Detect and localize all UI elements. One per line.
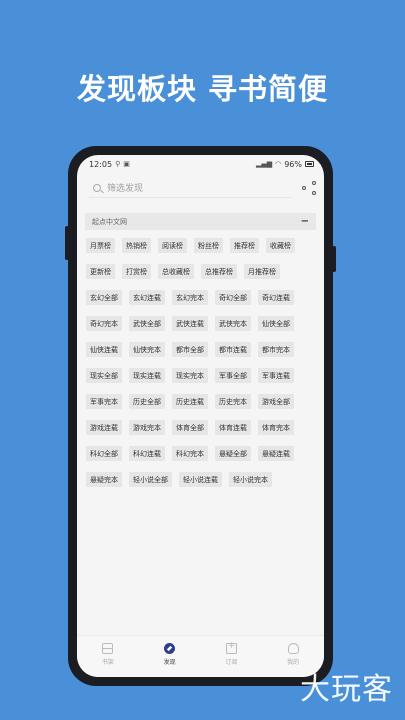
chip-list: 月票榜 热销榜 阅读榜 粉丝榜 推荐榜 收藏榜更新榜 打赏榜 总收藏榜 总推荐榜 月推荐榜玄幻全部…	[77, 230, 324, 498]
category-chip[interactable]: 现实全部	[86, 368, 122, 383]
category-chip[interactable]: 军事连载	[258, 368, 294, 383]
nav-discover[interactable]: 发现	[150, 643, 190, 677]
category-chip[interactable]: 体育全部	[172, 420, 208, 435]
wifi-icon: ◠	[275, 160, 282, 168]
usb-icon: ⚲	[115, 160, 121, 168]
search-icon	[93, 183, 101, 192]
category-chip[interactable]: 总收藏榜	[158, 264, 194, 279]
category-chip[interactable]: 现实连载	[129, 368, 165, 383]
category-chip[interactable]: 热销榜	[122, 238, 151, 253]
category-chip[interactable]: 游戏完本	[129, 420, 165, 435]
profile-icon	[287, 643, 299, 654]
battery-icon	[305, 161, 314, 167]
category-chip[interactable]: 悬疑连载	[258, 446, 294, 461]
signal-icon: ▂▄▆	[255, 160, 273, 168]
category-chip[interactable]: 轻小说连载	[179, 472, 222, 487]
category-chip[interactable]: 历史完本	[215, 394, 251, 409]
phone-screen: 12:05 ⚲ ▣ ▂▄▆ ◠ 96% 筛选发现 起点中文网 − 月票榜 热销榜…	[77, 155, 324, 677]
category-chip[interactable]: 玄幻连载	[129, 290, 165, 305]
category-chip[interactable]: 仙侠连载	[86, 342, 122, 357]
category-chip[interactable]: 武侠连载	[172, 316, 208, 331]
nav-label: 书架	[101, 659, 114, 666]
category-chip[interactable]: 仙侠完本	[129, 342, 165, 357]
category-chip[interactable]: 武侠全部	[129, 316, 165, 331]
category-chip[interactable]: 奇幻完本	[86, 316, 122, 331]
category-chip[interactable]: 军事完本	[86, 394, 122, 409]
nav-label: 订阅	[225, 659, 238, 666]
category-chip[interactable]: 奇幻全部	[215, 290, 251, 305]
category-chip[interactable]: 更新榜	[86, 264, 115, 279]
category-chip[interactable]: 总推荐榜	[201, 264, 237, 279]
category-chip[interactable]: 体育连载	[215, 420, 251, 435]
status-bar: 12:05 ⚲ ▣ ▂▄▆ ◠ 96%	[77, 155, 324, 173]
subscribe-icon	[225, 641, 237, 654]
category-chip[interactable]: 收藏榜	[266, 238, 295, 253]
category-chip[interactable]: 军事全部	[215, 368, 251, 383]
category-chip[interactable]: 轻小说完本	[229, 472, 272, 487]
category-chip[interactable]: 历史连载	[172, 394, 208, 409]
category-chip[interactable]: 历史全部	[129, 394, 165, 409]
category-chip[interactable]: 科幻完本	[172, 446, 208, 461]
nav-bookshelf[interactable]: 书架	[88, 643, 128, 677]
category-chip[interactable]: 阅读榜	[158, 238, 187, 253]
search-row: 筛选发现	[77, 175, 324, 201]
bookshelf-icon	[102, 643, 114, 654]
category-chip[interactable]: 科幻连载	[129, 446, 165, 461]
category-chip[interactable]: 月票榜	[86, 238, 115, 253]
phone-frame: 12:05 ⚲ ▣ ▂▄▆ ◠ 96% 筛选发现 起点中文网 − 月票榜 热销榜…	[65, 146, 336, 686]
category-chip[interactable]: 打赏榜	[122, 264, 151, 279]
search-input[interactable]: 筛选发现	[89, 178, 292, 198]
category-chip[interactable]: 科幻全部	[86, 446, 122, 461]
category-chip[interactable]: 轻小说全部	[129, 472, 172, 487]
category-chip[interactable]: 仙侠全部	[258, 316, 294, 331]
category-chip[interactable]: 都市完本	[258, 342, 294, 357]
discover-icon	[164, 643, 176, 654]
image-icon: ▣	[123, 160, 130, 168]
volume-button	[65, 226, 69, 260]
battery-percent: 96%	[284, 159, 302, 169]
category-chip[interactable]: 武侠完本	[215, 316, 251, 331]
category-chip[interactable]: 都市连载	[215, 342, 251, 357]
watermark-logo: 大玩客	[300, 672, 393, 707]
share-icon[interactable]	[302, 181, 316, 195]
search-placeholder: 筛选发现	[107, 184, 144, 194]
category-chip[interactable]: 悬疑全部	[215, 446, 251, 461]
category-chip[interactable]: 游戏全部	[258, 394, 294, 409]
category-chip[interactable]: 悬疑完本	[86, 472, 122, 487]
collapse-icon[interactable]: −	[301, 216, 309, 227]
category-chip[interactable]: 体育完本	[258, 420, 294, 435]
category-chip[interactable]: 奇幻连载	[258, 290, 294, 305]
section-header[interactable]: 起点中文网 −	[85, 213, 316, 230]
category-chip[interactable]: 月推荐榜	[244, 264, 280, 279]
category-chip[interactable]: 粉丝榜	[194, 238, 223, 253]
category-chip[interactable]: 现实完本	[172, 368, 208, 383]
category-chip[interactable]: 都市全部	[172, 342, 208, 357]
nav-label: 发现	[163, 659, 176, 666]
nav-subscribe[interactable]: 订阅	[211, 641, 251, 677]
category-chip[interactable]: 玄幻完本	[172, 290, 208, 305]
category-chip[interactable]: 推荐榜	[230, 238, 259, 253]
nav-label: 我的	[287, 659, 300, 666]
bottom-nav: 书架 发现 订阅 我的	[77, 635, 324, 677]
promo-headline: 发现板块 寻书简便	[76, 72, 329, 106]
category-chip[interactable]: 游戏连载	[86, 420, 122, 435]
section-title: 起点中文网	[92, 217, 127, 226]
category-chip[interactable]: 玄幻全部	[86, 290, 122, 305]
status-time: 12:05	[89, 159, 113, 169]
power-button	[332, 246, 336, 272]
